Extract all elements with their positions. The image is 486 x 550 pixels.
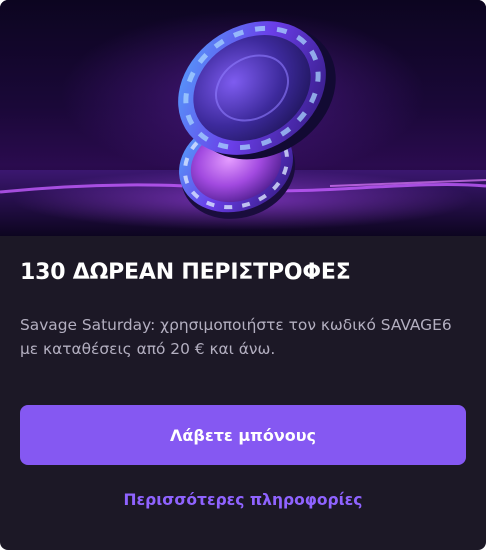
more-info-link[interactable]: Περισσότερες πληροφορίες — [0, 489, 486, 511]
promo-card: 130 ΔΩΡΕΑΝ ΠΕΡΙΣΤΡΟΦΕΣ Savage Saturday: … — [0, 0, 486, 550]
casino-chips-image — [0, 0, 486, 236]
get-bonus-button[interactable]: Λάβετε μπόνους — [20, 405, 466, 465]
promo-title: 130 ΔΩΡΕΑΝ ΠΕΡΙΣΤΡΟΦΕΣ — [20, 260, 351, 285]
promo-description: Savage Saturday: χρησιμοποιήστε τον κωδι… — [20, 316, 452, 358]
